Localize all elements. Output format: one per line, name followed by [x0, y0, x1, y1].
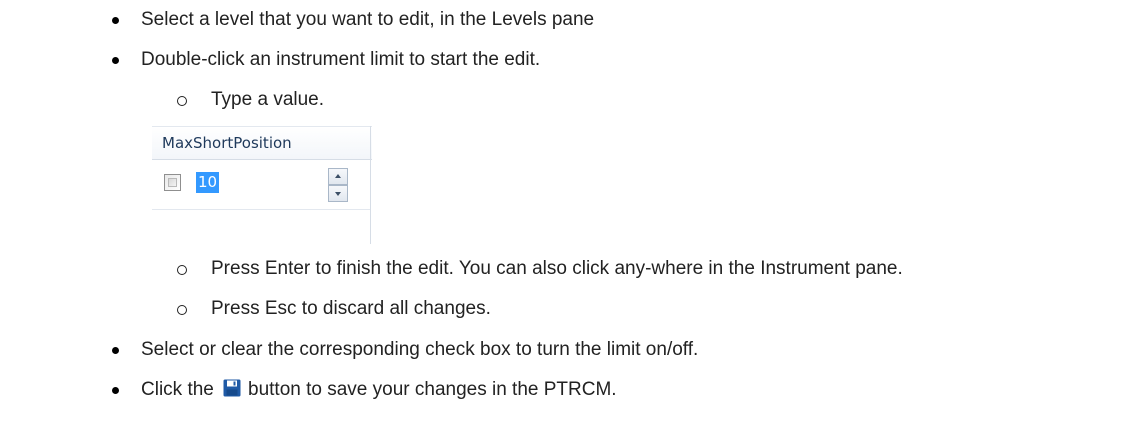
sub-step-press-esc: Press Esc to discard all changes. — [0, 297, 1134, 321]
chevron-up-icon — [335, 174, 341, 178]
limit-cell[interactable]: 10 — [152, 160, 370, 210]
bullet-icon — [112, 57, 119, 64]
limit-enabled-checkbox[interactable] — [164, 174, 181, 191]
sub-step-press-esc-text: Press Esc to discard all changes. — [211, 298, 491, 319]
instruction-step-4-text-before: Click the — [141, 379, 214, 400]
hollow-bullet-icon — [177, 96, 187, 106]
instruction-step-1-text: Select a level that you want to edit, in… — [141, 9, 595, 30]
instruction-step-3: Select or clear the corresponding check … — [0, 338, 1134, 362]
bullet-icon — [112, 347, 119, 354]
chevron-down-icon — [335, 192, 341, 196]
value-spinner — [328, 168, 348, 202]
bullet-icon — [112, 387, 119, 394]
bullet-icon — [112, 17, 119, 24]
hollow-bullet-icon — [177, 265, 187, 275]
sub-step-press-enter-text: Press Enter to finish the edit. You can … — [211, 258, 903, 279]
hollow-bullet-icon — [177, 305, 187, 315]
column-divider — [370, 126, 371, 244]
grid-cell-example: MaxShortPosition 10 — [152, 126, 372, 244]
limit-value-input[interactable]: 10 — [196, 172, 220, 193]
instruction-step-1: Select a level that you want to edit, in… — [0, 8, 1134, 32]
instruction-step-4-text-after: button to save your changes in the PTRCM… — [248, 379, 617, 400]
column-header[interactable]: MaxShortPosition — [152, 126, 372, 160]
instruction-step-2: Double-click an instrument limit to star… — [0, 48, 1134, 72]
checkbox-inner — [168, 178, 177, 187]
instruction-step-2-text: Double-click an instrument limit to star… — [141, 49, 541, 70]
spin-down-button[interactable] — [328, 185, 348, 202]
instruction-step-3-text: Select or clear the corresponding check … — [141, 339, 699, 360]
instruction-step-4: Click the button to save your changes in… — [0, 378, 1134, 402]
column-header-label: MaxShortPosition — [162, 134, 292, 152]
sub-step-type-value: Type a value. — [0, 88, 1134, 112]
spin-up-button[interactable] — [328, 168, 348, 185]
sub-step-type-value-text: Type a value. — [211, 89, 325, 110]
floppy-disk-icon — [223, 379, 241, 397]
sub-step-press-enter: Press Enter to finish the edit. You can … — [0, 257, 1134, 281]
